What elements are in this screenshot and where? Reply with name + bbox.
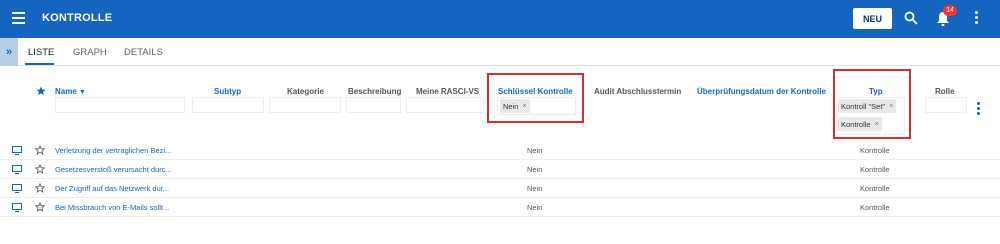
row-schluessel-value: Nein xyxy=(527,165,543,174)
sort-desc-icon: ▼ xyxy=(79,89,86,96)
filter-subtyp-input[interactable] xyxy=(192,97,264,113)
app-bar: KONTROLLE NEU 14 xyxy=(0,0,1000,38)
filter-rasci-input[interactable] xyxy=(406,97,484,113)
column-header-rolle[interactable]: Rolle xyxy=(935,87,955,96)
filter-kategorie-input[interactable] xyxy=(269,97,341,113)
row-name-link[interactable]: Gesetzesverstoß verursacht durc... xyxy=(55,165,172,174)
active-tab-indicator xyxy=(25,63,54,65)
column-header-audit[interactable]: Audit Abschlusstermin xyxy=(594,87,681,96)
monitor-icon[interactable] xyxy=(12,184,22,193)
column-header-subtyp[interactable]: Subtyp xyxy=(214,87,241,96)
star-icon[interactable] xyxy=(35,183,45,193)
monitor-icon[interactable] xyxy=(12,203,22,212)
monitor-icon[interactable] xyxy=(12,146,22,155)
notification-badge: 14 xyxy=(943,5,957,16)
row-typ-value: Kontrolle xyxy=(860,203,890,212)
menu-icon[interactable] xyxy=(12,12,25,24)
table-row[interactable]: Gesetzesverstoß verursacht durc... Nein … xyxy=(0,160,1000,179)
row-typ-value: Kontrolle xyxy=(860,146,890,155)
column-options-icon[interactable] xyxy=(977,102,981,117)
filter-name-input[interactable] xyxy=(55,97,185,113)
new-button[interactable]: NEU xyxy=(853,8,892,29)
column-header-name[interactable]: Name ▼ xyxy=(55,87,86,96)
star-icon[interactable] xyxy=(36,86,46,96)
filter-beschreibung-input[interactable] xyxy=(346,97,401,113)
column-header-kategorie[interactable]: Kategorie xyxy=(287,87,324,96)
row-schluessel-value: Nein xyxy=(527,184,543,193)
page-title: KONTROLLE xyxy=(42,12,113,24)
row-schluessel-value: Nein xyxy=(527,203,543,212)
collapse-icon[interactable]: » xyxy=(0,38,18,66)
row-schluessel-value: Nein xyxy=(527,146,543,155)
tab-graph[interactable]: GRAPH xyxy=(73,47,107,58)
highlight-box-typ xyxy=(833,69,911,139)
row-name-link[interactable]: Der Zugriff auf das Netzwerk dur... xyxy=(55,184,169,193)
table-row[interactable]: Der Zugriff auf das Netzwerk dur... Nein… xyxy=(0,179,1000,198)
tab-bar: » LISTE GRAPH DETAILS xyxy=(0,38,1000,66)
more-vert-icon[interactable] xyxy=(975,11,979,27)
row-name-link[interactable]: Bei Missbrauch von E-Mails sollt... xyxy=(55,203,169,212)
star-icon[interactable] xyxy=(35,145,45,155)
column-header-beschreibung[interactable]: Beschreibung xyxy=(348,87,401,96)
column-name-label: Name xyxy=(55,87,77,96)
row-name-link[interactable]: Verletzung der vertraglichen Bezi... xyxy=(55,146,171,155)
table-row[interactable]: Bei Missbrauch von E-Mails sollt... Nein… xyxy=(0,198,1000,217)
tab-details[interactable]: DETAILS xyxy=(124,47,163,58)
column-header-ueberpruefung[interactable]: Überprüfungsdatum der Kontrolle xyxy=(697,87,826,96)
star-icon[interactable] xyxy=(35,202,45,212)
row-typ-value: Kontrolle xyxy=(860,184,890,193)
row-typ-value: Kontrolle xyxy=(860,165,890,174)
monitor-icon[interactable] xyxy=(12,165,22,174)
tab-liste[interactable]: LISTE xyxy=(28,47,54,58)
search-icon[interactable] xyxy=(904,11,918,25)
column-header-rasci[interactable]: Meine RASCI-VS xyxy=(416,87,479,96)
filter-rolle-input[interactable] xyxy=(925,97,967,113)
highlight-box-schluessel xyxy=(487,73,584,123)
table-row[interactable]: Verletzung der vertraglichen Bezi... Nei… xyxy=(0,141,1000,160)
star-icon[interactable] xyxy=(35,164,45,174)
